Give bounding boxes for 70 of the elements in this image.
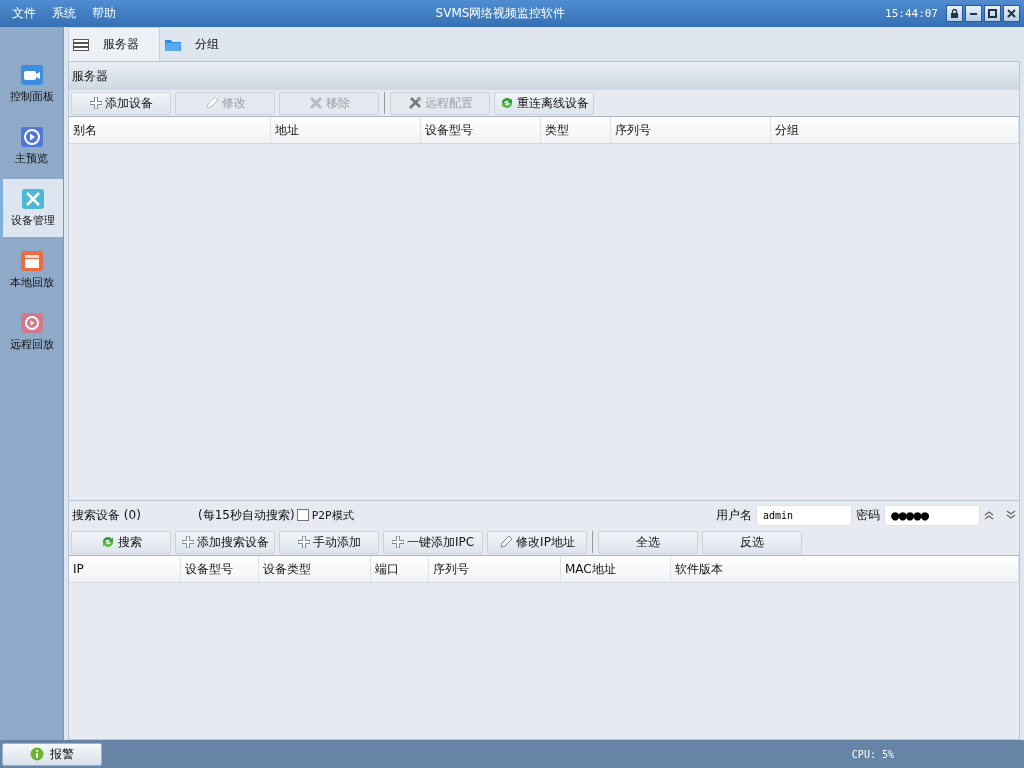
plus-icon — [181, 536, 194, 548]
alarm-button[interactable]: 报警 — [2, 742, 102, 766]
toolbar-button[interactable]: 全选 — [598, 530, 698, 554]
plus-icon — [391, 536, 404, 548]
refresh-icon — [499, 96, 514, 110]
video-camera-icon — [20, 64, 43, 85]
sidebar-item[interactable]: 远程回放 — [0, 303, 63, 361]
folder-icon — [165, 38, 181, 51]
toolbar-button[interactable]: 手动添加 — [279, 530, 379, 554]
sidebar-item[interactable]: 控制面板 — [0, 55, 63, 113]
sidebar-item[interactable]: 设备管理 — [0, 179, 63, 237]
lock-button[interactable] — [946, 5, 963, 22]
field-label: 用户名 — [716, 506, 752, 524]
toolbar-button[interactable]: 修改IP地址 — [487, 530, 587, 554]
pencil-icon — [499, 535, 514, 549]
refresh-icon — [100, 535, 115, 549]
checkbox-label[interactable]: P2P模式 — [311, 507, 354, 523]
menu-item[interactable]: 文件 — [12, 5, 36, 22]
toolbar-button[interactable]: 添加搜索设备 — [175, 530, 275, 554]
maximize-button[interactable] — [984, 5, 1001, 22]
pencil-icon — [204, 96, 219, 110]
section-title: 搜索设备 (0) — [72, 506, 142, 524]
cross-icon — [308, 96, 323, 110]
expand-icon — [1006, 510, 1016, 520]
play-icon — [20, 126, 43, 147]
column-header[interactable]: IP — [69, 556, 181, 582]
panel-title: 服务器 — [72, 67, 108, 85]
tab[interactable]: 服务器 — [68, 27, 160, 61]
column-header[interactable]: MAC地址 — [561, 556, 671, 582]
tab[interactable]: 分组 — [160, 27, 240, 61]
clock-time: 15:44:07 — [885, 7, 938, 20]
column-header[interactable]: 别名 — [69, 117, 271, 143]
password-field[interactable]: ●●●●● — [884, 504, 980, 526]
maximize-icon — [987, 8, 998, 19]
column-header[interactable]: 端口 — [371, 556, 429, 582]
menu-item[interactable]: 帮助 — [92, 5, 116, 22]
toolbar-button[interactable]: 搜索 — [71, 530, 171, 554]
toolbar-button[interactable]: 反选 — [702, 530, 802, 554]
username-field[interactable]: admin — [756, 504, 852, 526]
sidebar-item[interactable]: 主预览 — [0, 117, 63, 175]
minimize-button[interactable] — [965, 5, 982, 22]
sidebar-item[interactable]: 本地回放 — [0, 241, 63, 299]
close-button[interactable] — [1003, 5, 1020, 22]
checkbox[interactable] — [296, 509, 309, 521]
plus-icon — [89, 97, 102, 109]
clapperboard-icon — [20, 250, 43, 271]
column-header[interactable]: 软件版本 — [671, 556, 1019, 582]
collapse-icon — [984, 510, 994, 520]
column-header[interactable]: 地址 — [271, 117, 421, 143]
toolbar-button[interactable]: 重连离线设备 — [494, 91, 594, 115]
field-label: 密码 — [856, 506, 880, 524]
toolbar-button[interactable]: 一键添加IPC — [383, 530, 483, 554]
column-header[interactable]: 分组 — [771, 117, 1019, 143]
column-header[interactable]: 设备型号 — [181, 556, 259, 582]
column-header[interactable]: 设备型号 — [421, 117, 541, 143]
cpu-usage: CPU: 5% — [851, 748, 894, 760]
info-icon — [30, 747, 44, 761]
column-header[interactable]: 设备类型 — [259, 556, 371, 582]
column-header[interactable]: 序列号 — [429, 556, 561, 582]
column-header[interactable]: 类型 — [541, 117, 611, 143]
replay-icon — [20, 312, 43, 333]
plus-icon — [297, 536, 310, 548]
menu-item[interactable]: 系统 — [52, 5, 76, 22]
server-icon — [73, 38, 89, 51]
column-header[interactable]: 序列号 — [611, 117, 771, 143]
hint-text: (每15秒自动搜索) — [198, 506, 295, 524]
close-icon — [1006, 8, 1017, 19]
lock-icon — [949, 8, 960, 19]
window-title: SVMS网络视频监控软件 — [434, 5, 567, 22]
toolbar-button[interactable]: 添加设备 — [71, 91, 171, 115]
